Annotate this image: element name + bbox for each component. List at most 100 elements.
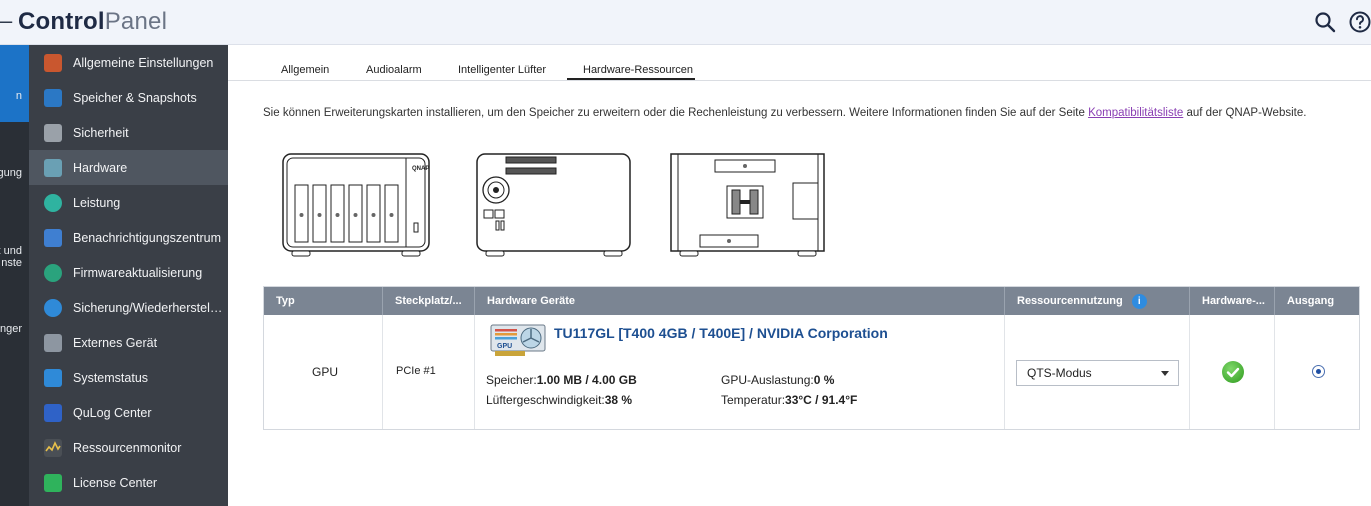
gpu-type-text: GPU (312, 365, 339, 379)
tab-audio-alarm[interactable]: Audioalarm (366, 64, 422, 76)
compatibility-list-link[interactable]: Kompatibilitätsliste (1088, 107, 1183, 119)
qulog-icon (44, 403, 62, 422)
sidebar-item-label: Firmwareaktualisierung (73, 265, 203, 280)
gpu-memory: Speicher:1.00 MB / 4.00 GB (486, 373, 637, 387)
status-ok-check-icon (1222, 361, 1244, 383)
main-nav-selected[interactable] (0, 45, 29, 122)
settings-icon (44, 53, 62, 72)
tab-general[interactable]: Allgemein (281, 64, 329, 76)
column-header-type[interactable]: Typ (264, 287, 383, 315)
info-icon[interactable]: i (1131, 293, 1147, 309)
sidebar-item-qulog-center[interactable]: QuLog Center (29, 395, 228, 430)
gpu-card-icon: GPU (490, 324, 546, 356)
nas-back-view-illustration (476, 153, 631, 257)
sidebar-item-power[interactable]: Leistung (29, 185, 228, 220)
sidebar-item-general-settings[interactable]: Allgemeine Einstellungen (29, 45, 228, 80)
gpu-temperature-value: 33°C / 91.4°F (785, 393, 858, 407)
gpu-memory-label: Speicher: (486, 373, 537, 387)
app-header: – ControlPanel (0, 0, 1371, 45)
main-nav-column: n gung t und nste nger (0, 45, 29, 506)
sidebar-item-firmware[interactable]: Firmwareaktualisierung (29, 255, 228, 290)
gpu-device-name[interactable]: TU117GL [T400 4GB / T400E] / NVIDIA Corp… (554, 325, 888, 341)
hardware-resources-table: Typ Steckplatz/... Hardware Geräte Resso… (263, 286, 1360, 430)
tab-smart-fan[interactable]: Intelligenter Lüfter (458, 64, 546, 76)
main-nav-label-5[interactable]: nger (0, 323, 22, 335)
sidebar-item-label: Sicherheit (73, 125, 129, 140)
sidebar-item-security[interactable]: Sicherheit (29, 115, 228, 150)
sidebar-item-hardware[interactable]: Hardware (29, 150, 228, 185)
power-icon (44, 193, 62, 212)
main-content: Allgemein Audioalarm Intelligenter Lüfte… (228, 45, 1371, 506)
main-nav-label-4[interactable]: nste (0, 257, 22, 269)
external-device-icon (44, 333, 62, 352)
sidebar-item-label: Leistung (73, 195, 121, 210)
help-icon[interactable] (1348, 10, 1371, 34)
resource-mode-value: QTS-Modus (1027, 366, 1092, 380)
sidebar-item-backup-restore[interactable]: Sicherung/Wiederherstell... (29, 290, 228, 325)
backup-icon (44, 298, 62, 317)
gpu-fan-speed: Lüftergeschwindigkeit:38 % (486, 393, 632, 407)
cell-type: GPU (264, 315, 383, 429)
sidebar-item-system-status[interactable]: Systemstatus (29, 360, 228, 395)
license-icon (44, 473, 62, 492)
nas-front-view-illustration: QNAP (282, 153, 430, 257)
sidebar-item-external-device[interactable]: Externes Gerät (29, 325, 228, 360)
column-header-hardware-devices[interactable]: Hardware Geräte (475, 287, 1005, 315)
main-nav-label-1[interactable]: n (0, 90, 22, 102)
sidebar-item-resource-monitor[interactable]: Ressourcenmonitor (29, 430, 228, 465)
sidebar-item-label: Systemstatus (73, 370, 149, 385)
description-after: auf der QNAP-Website. (1183, 107, 1307, 119)
resource-usage-label: Ressourcennutzung (1017, 295, 1123, 307)
gpu-load-value: 0 % (813, 373, 835, 387)
column-header-hardware-status[interactable]: Hardware-... (1190, 287, 1275, 315)
active-tab-indicator (567, 78, 695, 80)
sidebar-item-label: Speicher & Snapshots (73, 90, 197, 105)
description-text: Sie können Erweiterungskarten installier… (263, 107, 1306, 119)
firmware-icon (44, 263, 62, 282)
app-title: ControlPanel (18, 8, 167, 36)
resource-mode-select[interactable]: QTS-Modus (1016, 360, 1179, 386)
lock-icon (44, 123, 62, 142)
main-nav-label-2[interactable]: gung (0, 167, 22, 179)
gpu-fan-label: Lüftergeschwindigkeit: (486, 393, 605, 407)
column-header-resource-usage[interactable]: Ressourcennutzung i (1005, 287, 1190, 315)
sidebar-item-label: Allgemeine Einstellungen (73, 55, 214, 70)
sidebar-item-label: Ressourcenmonitor (73, 440, 182, 455)
nas-side-view-illustration (670, 153, 825, 257)
sidebar-item-storage[interactable]: Speicher & Snapshots (29, 80, 228, 115)
gpu-load-label: GPU-Auslastung: (721, 373, 814, 387)
gpu-memory-value: 1.00 MB / 4.00 GB (536, 373, 637, 387)
storage-icon (44, 88, 62, 107)
sidebar: Allgemeine Einstellungen Speicher & Snap… (29, 45, 228, 506)
tab-hardware-resources[interactable]: Hardware-Ressourcen (583, 64, 693, 76)
slot-text: PCIe #1 (396, 365, 436, 377)
chevron-down-icon (1161, 371, 1169, 376)
sidebar-item-label: QuLog Center (73, 405, 152, 420)
sidebar-item-label: Hardware (73, 160, 128, 175)
main-nav-label-3[interactable]: t und (0, 245, 22, 257)
search-icon[interactable] (1313, 10, 1337, 34)
app-title-bold: Control (18, 8, 105, 35)
sidebar-item-label: Sicherung/Wiederherstell... (73, 300, 223, 315)
qnap-logo-text: QNAP (412, 166, 429, 172)
tab-bar: Allgemein Audioalarm Intelligenter Lüfte… (228, 45, 1371, 81)
sidebar-item-notification-center[interactable]: Benachrichtigungszentrum (29, 220, 228, 255)
sidebar-item-label: License Center (73, 475, 158, 490)
gpu-fan-value: 38 % (604, 393, 633, 407)
table-row[interactable]: GPU PCIe #1 GPU TU117GL [T400 4GB / T400… (264, 315, 1359, 429)
back-glyph[interactable]: – (0, 8, 12, 34)
column-header-slot[interactable]: Steckplatz/... (383, 287, 475, 315)
notification-icon (44, 228, 62, 247)
description-before: Sie können Erweiterungskarten installier… (263, 107, 1089, 119)
hardware-icon (44, 158, 62, 177)
column-header-output[interactable]: Ausgang (1275, 287, 1359, 315)
gpu-card-badge: GPU (497, 343, 512, 350)
gpu-temperature-label: Temperatur: (721, 393, 786, 407)
resource-monitor-icon (44, 438, 62, 457)
sidebar-item-license-center[interactable]: License Center (29, 465, 228, 500)
gpu-load: GPU-Auslastung:0 % (721, 373, 834, 387)
output-radio[interactable] (1312, 365, 1325, 378)
table-header: Typ Steckplatz/... Hardware Geräte Resso… (264, 287, 1359, 315)
system-status-icon (44, 368, 62, 387)
sidebar-item-label: Benachrichtigungszentrum (73, 230, 221, 245)
